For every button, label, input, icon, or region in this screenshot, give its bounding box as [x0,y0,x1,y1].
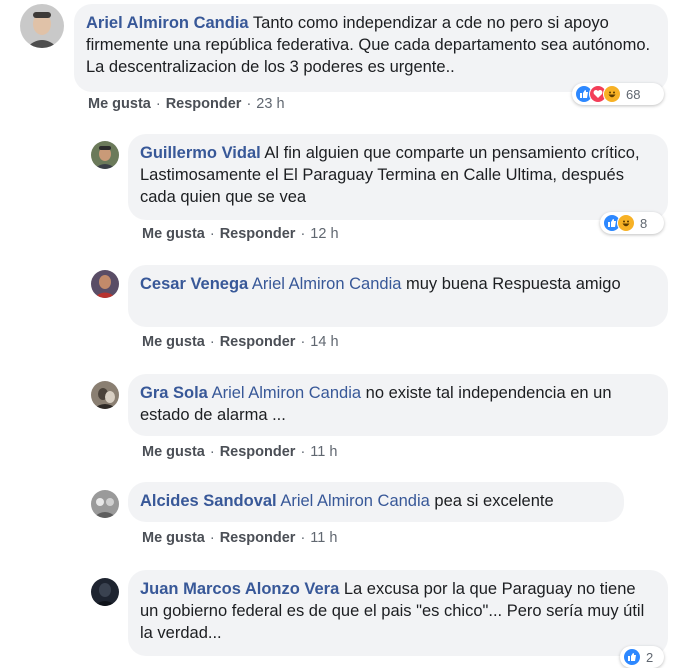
avatar[interactable] [20,4,64,48]
timestamp[interactable]: 11 h [310,530,337,546]
avatar[interactable] [91,381,119,409]
avatar[interactable] [91,270,119,298]
separator: · [300,444,306,460]
comment-bubble: Guillermo Vidal Al fin alguien que compa… [128,134,668,220]
separator: · [209,444,215,460]
reply-button[interactable]: Responder [220,334,296,350]
comment-text: pea si excelente [434,492,554,510]
separator: · [209,530,215,546]
separator: · [246,96,252,112]
comment-author[interactable]: Cesar Venega [140,275,248,293]
like-icon [623,648,641,666]
comment-bubble: Gra Sola Ariel Almiron Candia no existe … [128,374,668,436]
comment-bubble: Cesar Venega Ariel Almiron Candia muy bu… [128,265,668,327]
mention-link[interactable]: Ariel Almiron Candia [212,384,361,402]
like-button[interactable]: Me gusta [142,444,205,460]
reaction-summary[interactable]: 2 [620,646,664,668]
like-button[interactable]: Me gusta [142,226,205,242]
reply-button[interactable]: Responder [220,444,296,460]
avatar[interactable] [91,578,119,606]
mention-link[interactable]: Ariel Almiron Candia [252,275,401,293]
separator: · [209,334,215,350]
reaction-count: 2 [646,649,654,665]
comment-text: muy buena Respuesta amigo [406,275,621,293]
separator: · [300,530,306,546]
timestamp[interactable]: 11 h [310,444,337,460]
reply-button[interactable]: Responder [220,226,296,242]
like-button[interactable]: Me gusta [88,96,151,112]
haha-icon [617,214,635,232]
like-button[interactable]: Me gusta [142,530,205,546]
comment-bubble: Juan Marcos Alonzo Vera La excusa por la… [128,570,668,656]
avatar[interactable] [91,490,119,518]
reply-button[interactable]: Responder [220,530,296,546]
separator: · [300,226,306,242]
reaction-summary[interactable]: 8 [600,212,664,234]
reaction-count: 68 [626,86,641,102]
timestamp[interactable]: 12 h [310,226,338,242]
separator: · [209,226,215,242]
haha-icon [603,85,621,103]
comment-author[interactable]: Alcides Sandoval [140,492,277,510]
reaction-count: 8 [640,215,648,231]
separator: · [300,334,306,350]
reply-button[interactable]: Responder [166,96,242,112]
comment-bubble: Ariel Almiron Candia Tanto como independ… [74,4,668,92]
comment-actions: Me gusta · Responder · 11 h [142,530,337,546]
mention-link[interactable]: Ariel Almiron Candia [280,492,429,510]
comment-actions: Me gusta · Responder · 23 h [88,96,285,112]
comment-actions: Me gusta · Responder · 12 h [142,226,339,242]
separator: · [155,96,161,112]
timestamp[interactable]: 14 h [310,334,338,350]
like-button[interactable]: Me gusta [142,334,205,350]
timestamp[interactable]: 23 h [256,96,284,112]
comment-author[interactable]: Gra Sola [140,384,208,402]
reaction-summary[interactable]: 68 [572,83,664,105]
comment-actions: Me gusta · Responder · 14 h [142,334,339,350]
comment-author[interactable]: Guillermo Vidal [140,144,261,162]
comment-author[interactable]: Ariel Almiron Candia [86,14,249,32]
comment-bubble: Alcides Sandoval Ariel Almiron Candia pe… [128,482,624,522]
comment-author[interactable]: Juan Marcos Alonzo Vera [140,580,339,598]
avatar[interactable] [91,141,119,169]
comment-actions: Me gusta · Responder · 11 h [142,444,337,460]
